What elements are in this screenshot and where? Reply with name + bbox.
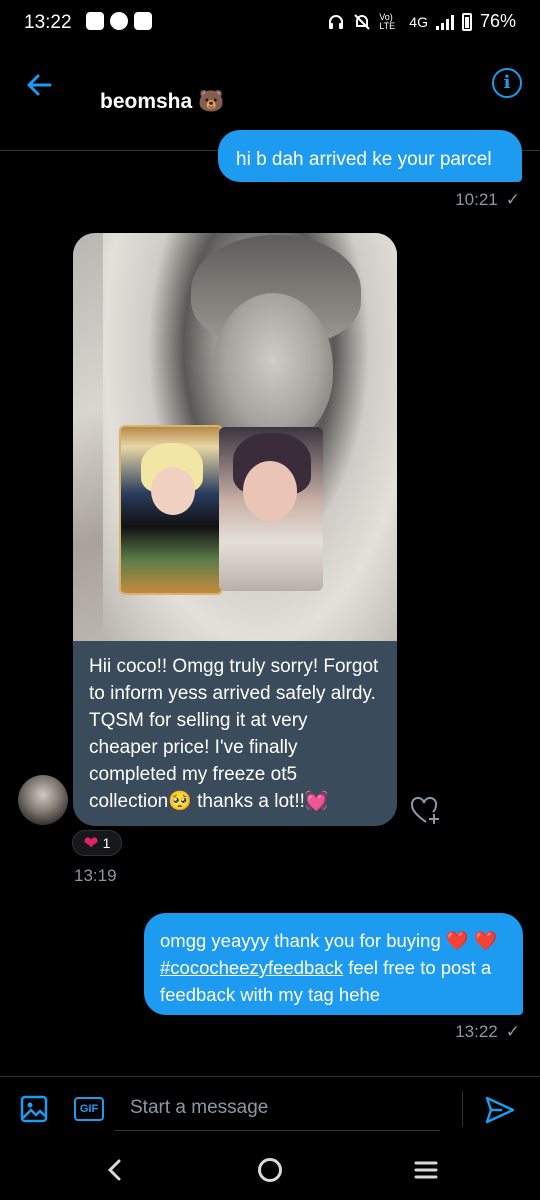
signal-icon [435, 14, 454, 30]
heart-reaction-icon: ❤ [83, 833, 99, 853]
photocard-face [151, 467, 195, 515]
message-input[interactable] [114, 1085, 440, 1131]
message-bubble-outgoing[interactable]: hi b dah arrived ke your parcel [218, 130, 522, 182]
message-meta: 13:22 ✓ [455, 1022, 520, 1042]
status-bar: 13:22 Vo) LTE 4G 76% [0, 0, 540, 46]
message-text: hi b dah arrived ke your parcel [236, 149, 492, 170]
mail-icon [134, 12, 152, 30]
composer-divider [462, 1091, 463, 1127]
message-photo[interactable] [73, 233, 397, 641]
photocard-face [243, 461, 297, 521]
message-bubble-incoming[interactable]: Hii coco!! Omgg truly sorry! Forgot to i… [73, 641, 397, 826]
message-bubble-outgoing[interactable]: omgg yeayyy thank you for buying ❤️ ❤️ #… [144, 913, 523, 1015]
mute-icon [354, 13, 370, 30]
notification-icons [86, 12, 152, 30]
app-icon [110, 12, 128, 30]
photocard-right [219, 427, 323, 591]
message-time: 13:19 [74, 866, 117, 885]
back-chevron-icon[interactable] [104, 1158, 126, 1182]
info-icon[interactable]: i [492, 68, 522, 98]
network-label: 4G [409, 13, 428, 30]
status-time: 13:22 [24, 12, 72, 33]
home-circle-icon[interactable] [258, 1158, 282, 1182]
message-text: omgg yeayyy thank you for buying ❤️ ❤️ [160, 930, 498, 951]
recent-apps-icon[interactable] [414, 1160, 438, 1180]
message-text: Hii coco!! Omgg truly sorry! Forgot to i… [89, 656, 379, 812]
system-navigation-bar [0, 1140, 540, 1200]
image-icon[interactable] [20, 1095, 48, 1123]
mail-icon [86, 12, 104, 30]
message-time: 10:21 [455, 190, 498, 209]
gif-button[interactable]: GIF [74, 1097, 104, 1121]
photocard-left [119, 425, 223, 595]
volte-label: Vo) LTE [379, 11, 396, 31]
message-composer: GIF [0, 1076, 540, 1141]
system-icons: Vo) LTE 4G 76% [327, 11, 516, 32]
battery-icon [461, 12, 472, 31]
conversation-title[interactable]: beomsha 🐻 [100, 90, 224, 114]
arrow-left-icon[interactable] [24, 70, 54, 100]
battery-percent: 76% [479, 11, 516, 31]
message-meta: 13:19 [74, 866, 117, 886]
poster-face [213, 293, 333, 443]
reaction-count: 1 [102, 835, 111, 851]
hashtag-link[interactable]: #cococheezyfeedback [160, 957, 343, 978]
avatar[interactable] [18, 775, 68, 825]
sent-check-icon: ✓ [505, 1022, 520, 1041]
reaction-badge[interactable]: ❤ 1 [72, 830, 122, 856]
message-meta: 10:21 ✓ [455, 190, 520, 210]
message-time: 13:22 [455, 1022, 498, 1041]
headphones-icon [329, 14, 344, 29]
sent-check-icon: ✓ [505, 190, 520, 209]
send-icon[interactable] [484, 1095, 516, 1125]
add-reaction-icon[interactable] [410, 796, 442, 826]
